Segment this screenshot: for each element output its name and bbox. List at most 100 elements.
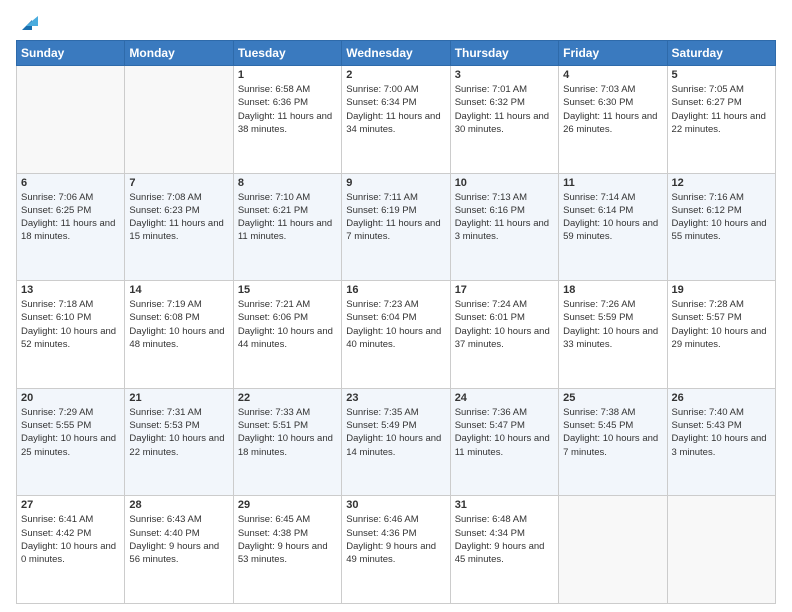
calendar-cell: 25 Sunrise: 7:38 AMSunset: 5:45 PMDayligh… xyxy=(559,388,667,496)
logo-icon xyxy=(18,12,40,34)
day-info: Sunrise: 7:19 AMSunset: 6:08 PMDaylight:… xyxy=(129,298,228,351)
day-number: 10 xyxy=(455,177,554,189)
day-info: Sunrise: 7:36 AMSunset: 5:47 PMDaylight:… xyxy=(455,406,554,459)
day-number: 14 xyxy=(129,284,228,296)
day-info: Sunrise: 7:14 AMSunset: 6:14 PMDaylight:… xyxy=(563,191,662,244)
day-info: Sunrise: 6:45 AMSunset: 4:38 PMDaylight:… xyxy=(238,513,337,566)
calendar-cell: 2 Sunrise: 7:00 AMSunset: 6:34 PMDaylight… xyxy=(342,66,450,174)
day-info: Sunrise: 7:26 AMSunset: 5:59 PMDaylight:… xyxy=(563,298,662,351)
calendar-cell: 13 Sunrise: 7:18 AMSunset: 6:10 PMDayligh… xyxy=(17,281,125,389)
day-info: Sunrise: 7:38 AMSunset: 5:45 PMDaylight:… xyxy=(563,406,662,459)
day-number: 24 xyxy=(455,392,554,404)
day-number: 2 xyxy=(346,69,445,81)
logo xyxy=(16,12,40,32)
day-number: 16 xyxy=(346,284,445,296)
day-number: 27 xyxy=(21,499,120,511)
day-number: 11 xyxy=(563,177,662,189)
day-info: Sunrise: 6:48 AMSunset: 4:34 PMDaylight:… xyxy=(455,513,554,566)
day-number: 20 xyxy=(21,392,120,404)
day-info: Sunrise: 7:06 AMSunset: 6:25 PMDaylight:… xyxy=(21,191,120,244)
weekday-header: Saturday xyxy=(667,41,775,66)
day-number: 29 xyxy=(238,499,337,511)
day-number: 8 xyxy=(238,177,337,189)
weekday-header: Monday xyxy=(125,41,233,66)
day-info: Sunrise: 7:03 AMSunset: 6:30 PMDaylight:… xyxy=(563,83,662,136)
calendar-cell xyxy=(559,496,667,604)
day-number: 18 xyxy=(563,284,662,296)
day-info: Sunrise: 7:13 AMSunset: 6:16 PMDaylight:… xyxy=(455,191,554,244)
calendar-cell: 7 Sunrise: 7:08 AMSunset: 6:23 PMDaylight… xyxy=(125,173,233,281)
day-info: Sunrise: 6:46 AMSunset: 4:36 PMDaylight:… xyxy=(346,513,445,566)
day-number: 9 xyxy=(346,177,445,189)
day-info: Sunrise: 7:23 AMSunset: 6:04 PMDaylight:… xyxy=(346,298,445,351)
calendar-cell: 1 Sunrise: 6:58 AMSunset: 6:36 PMDaylight… xyxy=(233,66,341,174)
day-number: 15 xyxy=(238,284,337,296)
day-number: 3 xyxy=(455,69,554,81)
day-info: Sunrise: 7:31 AMSunset: 5:53 PMDaylight:… xyxy=(129,406,228,459)
calendar-week-row: 27Sunrise: 6:41 AMSunset: 4:42 PMDayligh… xyxy=(17,496,776,604)
weekday-header: Friday xyxy=(559,41,667,66)
day-info: Sunrise: 7:08 AMSunset: 6:23 PMDaylight:… xyxy=(129,191,228,244)
day-number: 4 xyxy=(563,69,662,81)
day-info: Sunrise: 7:10 AMSunset: 6:21 PMDaylight:… xyxy=(238,191,337,244)
day-info: Sunrise: 7:11 AMSunset: 6:19 PMDaylight:… xyxy=(346,191,445,244)
weekday-header: Tuesday xyxy=(233,41,341,66)
calendar-cell: 19Sunrise: 7:28 AMSunset: 5:57 PMDayligh… xyxy=(667,281,775,389)
day-info: Sunrise: 7:33 AMSunset: 5:51 PMDaylight:… xyxy=(238,406,337,459)
calendar-cell: 22 Sunrise: 7:33 AMSunset: 5:51 PMDayligh… xyxy=(233,388,341,496)
calendar-cell: 30 Sunrise: 6:46 AMSunset: 4:36 PMDayligh… xyxy=(342,496,450,604)
day-info: Sunrise: 7:29 AMSunset: 5:55 PMDaylight:… xyxy=(21,406,120,459)
day-number: 21 xyxy=(129,392,228,404)
day-number: 25 xyxy=(563,392,662,404)
day-info: Sunrise: 7:05 AMSunset: 6:27 PMDaylight:… xyxy=(672,83,771,136)
weekday-header: Wednesday xyxy=(342,41,450,66)
calendar-cell: 17 Sunrise: 7:24 AMSunset: 6:01 PMDayligh… xyxy=(450,281,558,389)
day-number: 22 xyxy=(238,392,337,404)
calendar-cell: 16 Sunrise: 7:23 AMSunset: 6:04 PMDayligh… xyxy=(342,281,450,389)
calendar-cell: 3 Sunrise: 7:01 AMSunset: 6:32 PMDaylight… xyxy=(450,66,558,174)
day-info: Sunrise: 7:00 AMSunset: 6:34 PMDaylight:… xyxy=(346,83,445,136)
day-info: Sunrise: 7:01 AMSunset: 6:32 PMDaylight:… xyxy=(455,83,554,136)
day-number: 6 xyxy=(21,177,120,189)
day-number: 7 xyxy=(129,177,228,189)
day-number: 17 xyxy=(455,284,554,296)
weekday-header: Thursday xyxy=(450,41,558,66)
day-info: Sunrise: 7:21 AMSunset: 6:06 PMDaylight:… xyxy=(238,298,337,351)
day-number: 31 xyxy=(455,499,554,511)
calendar-cell: 8 Sunrise: 7:10 AMSunset: 6:21 PMDaylight… xyxy=(233,173,341,281)
calendar-cell: 23Sunrise: 7:35 AMSunset: 5:49 PMDayligh… xyxy=(342,388,450,496)
calendar-week-row: 1 Sunrise: 6:58 AMSunset: 6:36 PMDaylight… xyxy=(17,66,776,174)
calendar-week-row: 20 Sunrise: 7:29 AMSunset: 5:55 PMDayligh… xyxy=(17,388,776,496)
calendar-cell: 21 Sunrise: 7:31 AMSunset: 5:53 PMDayligh… xyxy=(125,388,233,496)
calendar-cell: 28Sunrise: 6:43 AMSunset: 4:40 PMDayligh… xyxy=(125,496,233,604)
day-info: Sunrise: 6:58 AMSunset: 6:36 PMDaylight:… xyxy=(238,83,337,136)
calendar-cell: 12 Sunrise: 7:16 AMSunset: 6:12 PMDayligh… xyxy=(667,173,775,281)
calendar-cell: 18 Sunrise: 7:26 AMSunset: 5:59 PMDayligh… xyxy=(559,281,667,389)
header xyxy=(16,12,776,32)
calendar-cell: 11 Sunrise: 7:14 AMSunset: 6:14 PMDayligh… xyxy=(559,173,667,281)
calendar-cell xyxy=(17,66,125,174)
day-number: 1 xyxy=(238,69,337,81)
calendar-cell: 26Sunrise: 7:40 AMSunset: 5:43 PMDayligh… xyxy=(667,388,775,496)
calendar-cell: 27Sunrise: 6:41 AMSunset: 4:42 PMDayligh… xyxy=(17,496,125,604)
calendar-cell: 4 Sunrise: 7:03 AMSunset: 6:30 PMDaylight… xyxy=(559,66,667,174)
calendar-cell: 10 Sunrise: 7:13 AMSunset: 6:16 PMDayligh… xyxy=(450,173,558,281)
page: SundayMondayTuesdayWednesdayThursdayFrid… xyxy=(0,0,792,612)
day-number: 12 xyxy=(672,177,771,189)
day-info: Sunrise: 7:24 AMSunset: 6:01 PMDaylight:… xyxy=(455,298,554,351)
calendar-cell: 20 Sunrise: 7:29 AMSunset: 5:55 PMDayligh… xyxy=(17,388,125,496)
calendar-week-row: 13 Sunrise: 7:18 AMSunset: 6:10 PMDayligh… xyxy=(17,281,776,389)
weekday-header: Sunday xyxy=(17,41,125,66)
calendar-header-row: SundayMondayTuesdayWednesdayThursdayFrid… xyxy=(17,41,776,66)
day-info: Sunrise: 7:28 AMSunset: 5:57 PMDaylight:… xyxy=(672,298,771,351)
calendar-cell: 9 Sunrise: 7:11 AMSunset: 6:19 PMDaylight… xyxy=(342,173,450,281)
calendar-cell: 15 Sunrise: 7:21 AMSunset: 6:06 PMDayligh… xyxy=(233,281,341,389)
day-info: Sunrise: 7:18 AMSunset: 6:10 PMDaylight:… xyxy=(21,298,120,351)
day-number: 13 xyxy=(21,284,120,296)
day-number: 28 xyxy=(129,499,228,511)
calendar-cell xyxy=(125,66,233,174)
day-info: Sunrise: 7:16 AMSunset: 6:12 PMDaylight:… xyxy=(672,191,771,244)
day-number: 30 xyxy=(346,499,445,511)
calendar-cell: 29 Sunrise: 6:45 AMSunset: 4:38 PMDayligh… xyxy=(233,496,341,604)
calendar-cell: 31 Sunrise: 6:48 AMSunset: 4:34 PMDayligh… xyxy=(450,496,558,604)
